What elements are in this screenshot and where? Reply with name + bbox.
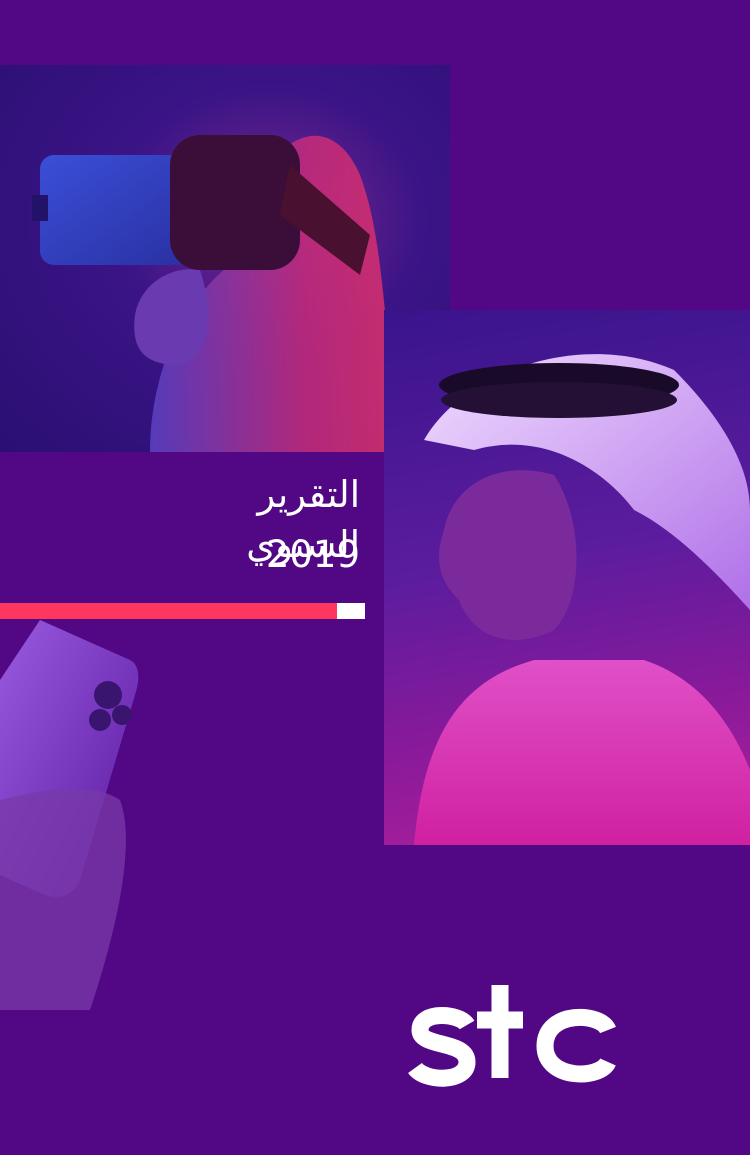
report-cover: التقرير السنوي 2019: [0, 0, 750, 1155]
report-year: 2019: [265, 533, 360, 576]
accent-bar-end: [337, 603, 365, 619]
phone-photo: [0, 620, 170, 1010]
accent-bar: [0, 603, 337, 619]
vr-headset-photo: [0, 65, 450, 452]
stc-logo: [405, 980, 620, 1090]
man-photo: [384, 310, 750, 845]
